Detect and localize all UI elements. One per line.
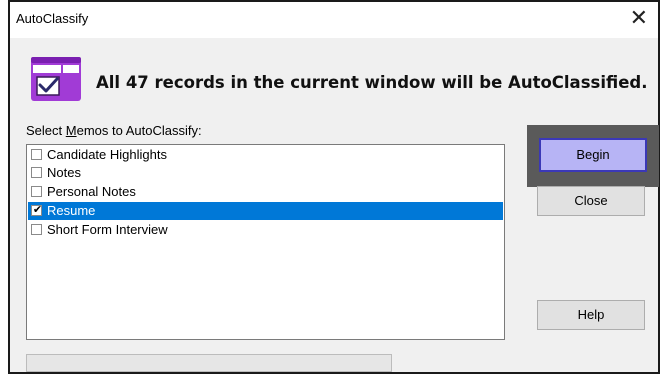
progress-bar bbox=[26, 354, 392, 372]
window-title: AutoClassify bbox=[16, 11, 89, 26]
list-item-personal-notes[interactable]: Personal Notes bbox=[28, 183, 503, 201]
checkbox-window-icon bbox=[31, 57, 81, 101]
list-item-short-form-interview[interactable]: Short Form Interview bbox=[28, 221, 503, 239]
memos-list-label: Select Memos to AutoClassify: bbox=[26, 123, 202, 138]
help-button[interactable]: Help bbox=[537, 300, 645, 330]
list-item-label: Candidate Highlights bbox=[47, 147, 167, 162]
checkbox[interactable] bbox=[31, 167, 42, 178]
checkbox-checked[interactable]: ✔ bbox=[31, 204, 43, 216]
memos-listbox[interactable]: Candidate Highlights Notes Personal Note… bbox=[26, 144, 505, 340]
autoclassify-dialog: AutoClassify ✕ All 47 records in the cur… bbox=[8, 0, 660, 374]
close-icon[interactable]: ✕ bbox=[630, 6, 648, 32]
list-item-label: Resume bbox=[47, 203, 96, 218]
list-item-label: Short Form Interview bbox=[47, 222, 168, 237]
list-item-candidate-highlights[interactable]: Candidate Highlights bbox=[28, 146, 503, 164]
checkbox[interactable] bbox=[31, 224, 42, 235]
list-item-notes[interactable]: Notes bbox=[28, 164, 503, 182]
checkmark-icon: ✔ bbox=[32, 204, 43, 216]
list-item-resume[interactable]: ✔ Resume bbox=[28, 202, 503, 220]
list-item-label: Personal Notes bbox=[47, 184, 136, 199]
checkbox[interactable] bbox=[31, 186, 42, 197]
begin-button[interactable]: Begin bbox=[539, 138, 647, 172]
close-button[interactable]: Close bbox=[537, 186, 645, 216]
list-item-label: Notes bbox=[47, 165, 81, 180]
checkbox[interactable] bbox=[31, 149, 42, 160]
header-message: All 47 records in the current window wil… bbox=[96, 73, 648, 92]
title-bar: AutoClassify ✕ bbox=[10, 2, 658, 38]
